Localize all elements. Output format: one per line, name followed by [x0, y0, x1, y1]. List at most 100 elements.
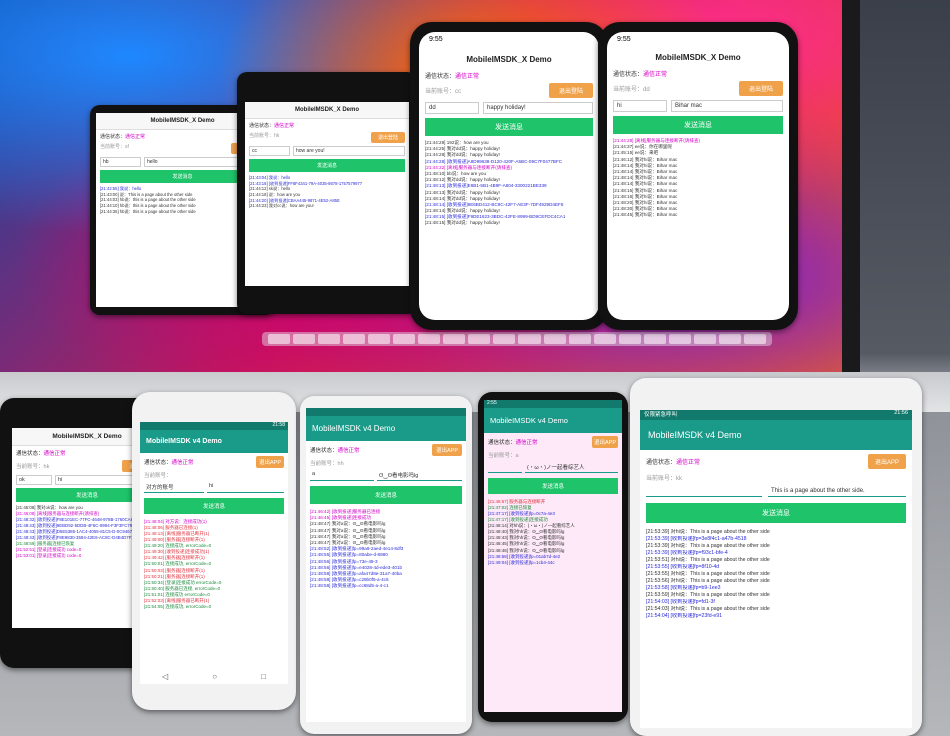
log-entry: [21:49:04] [收到投递]fp=1cb4-44c: [488, 559, 555, 565]
app-title: MobileIMSDK v4 Demo: [640, 420, 912, 450]
simulator-phone-4: 9:55 MobileIMSDK_X Demo 通信状态： 通信正常 当前账号：…: [598, 22, 798, 330]
android-status-bar: 仅限紧急呼叫 21:56: [640, 410, 912, 420]
logout-button[interactable]: 退出登陆: [739, 81, 783, 96]
to-id-input[interactable]: hi: [613, 100, 667, 112]
send-button[interactable]: 发送消息: [613, 116, 783, 134]
account-row: 当前账号：hh: [306, 459, 466, 467]
send-button[interactable]: 发送消息: [310, 486, 462, 504]
account-row: 当前账号：kk: [640, 473, 912, 482]
to-id-input[interactable]: hb: [100, 157, 141, 167]
desk-phone-2: 21:58 MobileIMSDK v4 Demo 通信状态：通信正常 退出AP…: [132, 392, 296, 710]
phone-screen: MobileIMSDK v4 Demo 通信状态：通信正常 退出APP 当前账号…: [306, 408, 466, 722]
android-status-bar: 2:55: [484, 400, 622, 408]
account-value: kk: [676, 476, 683, 482]
send-button[interactable]: 发送消息: [425, 118, 593, 136]
input-row: hi Bihar mac: [607, 96, 789, 116]
log-entry: [21:53:39] [收到投递]fp=f93c1-bfe-4: [646, 550, 728, 557]
to-id-input[interactable]: dd: [425, 102, 479, 114]
app-title: MobileIMSDK_X Demo: [245, 102, 409, 119]
logout-app-button[interactable]: 退出APP: [432, 444, 462, 456]
account-value: dd: [643, 87, 650, 93]
message-input[interactable]: how are you!: [293, 146, 405, 156]
log-entry: [21:54:05] 连接成功, errorCode=0: [144, 603, 212, 609]
log-entry: [21:53:59] 对hi说：This is a page about the…: [646, 592, 770, 599]
to-id-input[interactable]: 对方的账号: [144, 482, 204, 493]
account-label: 当前账号：: [646, 476, 677, 482]
send-button[interactable]: 发送消息: [488, 478, 618, 494]
message-log: [21:44:28] 192说：how are you [21:44:25] 我…: [419, 136, 599, 231]
status-label: 通信状态：: [16, 451, 44, 457]
phone-screen: 2:55 MobileIMSDK v4 Demo 通信状态：通信正常 退出APP…: [484, 400, 622, 712]
account-label: 当前账号：: [488, 453, 516, 459]
phone-screen: 9:55 MobileIMSDK_X Demo 通信状态： 通信正常 当前账号：…: [419, 32, 599, 320]
phone-screen: 9:55 MobileIMSDK_X Demo 通信状态： 通信正常 当前账号：…: [607, 32, 789, 320]
to-id-input[interactable]: a: [310, 470, 374, 481]
desk-phone-5: 仅限紧急呼叫 21:56 MobileIMSDK v4 Demo 通信状态：通信正…: [630, 378, 922, 736]
status-value: 通信正常: [337, 448, 360, 454]
account-value: hk: [43, 464, 50, 470]
status-label: 通信状态：: [144, 460, 172, 466]
phone-screen: 仅限紧急呼叫 21:56 MobileIMSDK v4 Demo 通信状态：通信正…: [640, 410, 912, 728]
status-value: 通信正常: [515, 440, 538, 446]
message-input[interactable]: hi: [207, 482, 284, 493]
logout-button[interactable]: 退出登陆: [549, 83, 593, 98]
account-value: hh: [337, 461, 344, 467]
message-input[interactable]: (・ω・)ノ一起看综艺人: [525, 462, 618, 473]
status-row: 通信状态：通信正常 退出APP: [640, 450, 912, 473]
status-row: 通信状态： 通信正常: [245, 119, 409, 132]
status-label: 通信状态：: [613, 72, 644, 78]
log-entry: [21:53:39] 对hi说：This is a page about the…: [646, 543, 770, 550]
message-input[interactable]: This is a page about the other side.: [768, 486, 906, 497]
send-button[interactable]: 发送消息: [144, 498, 284, 514]
log-entry: [21:54:03] 对hi说：This is a page about the…: [646, 606, 770, 613]
status-label: 通信状态：: [425, 74, 456, 80]
status-bar-time: 9:55: [429, 36, 443, 43]
status-bar-time: 9:55: [617, 36, 631, 43]
logout-app-button[interactable]: 退出APP: [256, 456, 284, 468]
account-row: 当前账号：dd 退出登陆: [607, 81, 789, 96]
input-row: 对方的账号 hi: [140, 479, 288, 496]
android-status-bar: [306, 408, 466, 416]
to-id-input[interactable]: cc: [249, 146, 290, 156]
logout-app-button[interactable]: 退出APP: [868, 454, 906, 469]
logout-app-button[interactable]: 退出APP: [592, 436, 618, 448]
message-log: [21:43:04] 我说：hello [21:43:18] [收到投递]FF8…: [245, 172, 409, 212]
input-row: This is a page about the other side.: [640, 482, 912, 501]
account-label: 当前账号：: [310, 461, 338, 467]
send-button[interactable]: 发送消息: [646, 503, 906, 523]
android-nav-bar: ◁ ○ □: [140, 668, 288, 684]
desk-phone-4: 2:55 MobileIMSDK v4 Demo 通信状态：通信正常 退出APP…: [478, 392, 628, 722]
account-row: 当前账号：hk 退出登陆: [245, 132, 409, 143]
to-id-input[interactable]: [488, 462, 522, 473]
phone-screen: 21:58 MobileIMSDK v4 Demo 通信状态：通信正常 退出AP…: [140, 422, 288, 684]
log-entry: [21:53:56] 对hi说：This is a page about the…: [646, 578, 770, 585]
simulator-phone-2: MobileIMSDK_X Demo 通信状态： 通信正常 当前账号：hk 退出…: [237, 72, 417, 314]
status-value: 通信正常: [274, 123, 295, 129]
message-input[interactable]: Bihar mac: [671, 100, 783, 112]
message-log: [21:48:04] 对方说：连接成功(1) [21:48:06] 服务器已连接…: [140, 516, 288, 613]
input-row: dd happy holiday!: [419, 98, 599, 118]
account-row: 当前账号：: [140, 471, 288, 479]
status-label: 通信状态：: [249, 123, 275, 129]
status-row: 通信状态： 通信正常: [607, 66, 789, 81]
home-icon[interactable]: ○: [212, 672, 217, 681]
to-id-input[interactable]: [646, 486, 762, 497]
android-status-bar: 21:58: [140, 422, 288, 430]
log-entry: [21:54:03] [收到投递]fp=fd1-3f: [646, 599, 715, 606]
log-entry: [21:53:58] [收到投递]fp=b9-1ee3: [646, 585, 721, 592]
phone-screen: MobileIMSDK_X Demo 通信状态： 通信正常 当前账号：hk 退出…: [245, 102, 409, 286]
status-row: 通信状态：通信正常 退出APP: [484, 433, 622, 451]
account-label: 当前账号：: [613, 87, 644, 93]
photo-scene: MobileIMSDK_X Demo 通信状态： 通信正常 当前账号：sf 退出…: [0, 0, 950, 736]
to-id-input[interactable]: ok: [16, 475, 52, 485]
status-value: 通信正常: [43, 451, 66, 457]
desk-phone-3: MobileIMSDK v4 Demo 通信状态：通信正常 退出APP 当前账号…: [300, 396, 472, 734]
back-icon[interactable]: ◁: [162, 672, 168, 681]
input-row: cc how are you!: [245, 143, 409, 159]
message-input[interactable]: ʘ‿ʘ看电影吗lg: [377, 470, 462, 481]
send-button[interactable]: 发送消息: [249, 159, 405, 172]
logout-button[interactable]: 退出登陆: [371, 132, 405, 143]
recents-icon[interactable]: □: [261, 672, 266, 681]
app-title: MobileIMSDK v4 Demo: [140, 430, 288, 453]
message-input[interactable]: happy holiday!: [483, 102, 593, 114]
